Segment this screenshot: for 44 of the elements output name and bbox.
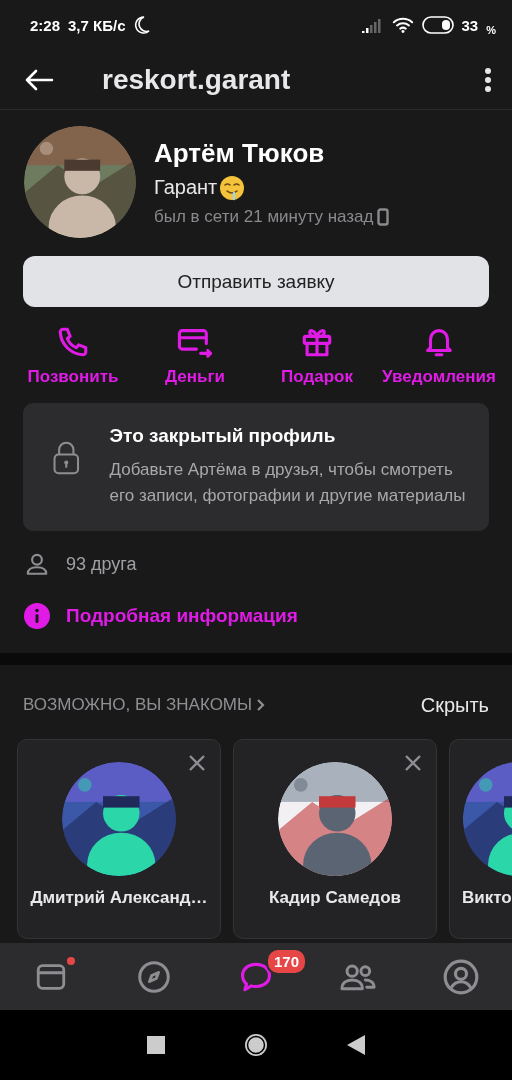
phone-device-icon <box>377 207 390 226</box>
friends-count: 93 друга <box>66 553 137 575</box>
percent-sign: % <box>486 24 496 36</box>
send-request-button[interactable]: Отправить заявку <box>23 256 489 307</box>
chevron-icon <box>256 698 267 712</box>
battery-icon <box>421 16 454 34</box>
moon-icon <box>133 16 150 34</box>
action-button[interactable]: Уведомления <box>378 325 500 387</box>
action-button[interactable]: Позвонить <box>12 325 134 387</box>
profile-icon[interactable] <box>441 957 480 996</box>
network-speed: 3,7 КБ/с <box>68 16 126 34</box>
phone-icon <box>56 325 90 359</box>
action-button[interactable]: Подарок <box>256 325 378 387</box>
back-button[interactable] <box>24 67 54 92</box>
unread-badge: 170 <box>266 948 307 975</box>
more-menu-icon[interactable] <box>484 66 492 93</box>
profile-name: Артём Тюков <box>154 137 326 169</box>
suggestion-card[interactable]: Викто <box>449 739 512 939</box>
emoji-icon <box>219 174 246 201</box>
battery-percent: 33 <box>461 16 479 34</box>
clock-time: 2:28 <box>30 16 61 34</box>
info-icon <box>24 603 50 629</box>
compass-icon[interactable] <box>135 958 172 995</box>
suggestion-card[interactable]: Кадир Самедов <box>233 739 437 939</box>
page-title: reskort.garant <box>102 63 292 96</box>
profile-status: Гарант <box>154 176 218 199</box>
back-nav-icon[interactable] <box>347 1035 365 1055</box>
person-name: Кадир Самедов <box>269 888 401 908</box>
suggestions-link[interactable]: ВОЗМОЖНО, ВЫ ЗНАКОМЫ <box>23 695 267 715</box>
last-seen: был в сети 21 минуту назад <box>154 206 374 227</box>
person-name: Викто <box>461 888 512 908</box>
wifi-icon <box>391 16 414 34</box>
close-icon[interactable] <box>404 754 422 772</box>
close-icon[interactable] <box>188 754 206 772</box>
closed-profile-text: Добавьте Артёма в друзья, чтобы смотреть его записи, фотографии и другие материалы <box>109 459 467 507</box>
hide-button[interactable]: Скрыть <box>420 693 489 717</box>
details-link[interactable]: Подробная информация <box>66 605 298 627</box>
person-name: Дмитрий Александ… <box>30 888 208 908</box>
person-icon <box>24 551 50 577</box>
closed-profile-title: Это закрытый профиль <box>109 425 337 447</box>
signal-icon <box>361 17 384 33</box>
action-button[interactable]: Деньги <box>134 325 256 387</box>
home-nav-icon[interactable] <box>243 1032 269 1058</box>
suggestion-card[interactable]: Дмитрий Александ… <box>17 739 221 939</box>
